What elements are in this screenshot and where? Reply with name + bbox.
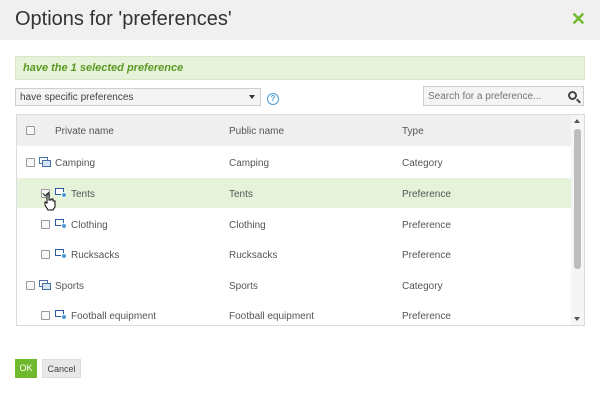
type: Category bbox=[402, 158, 443, 169]
row-checkbox[interactable] bbox=[26, 158, 35, 167]
row-checkbox[interactable] bbox=[41, 220, 50, 229]
table-row[interactable]: Tents Tents Preference bbox=[17, 178, 572, 208]
row-checkbox[interactable] bbox=[26, 281, 35, 290]
public-name: Camping bbox=[229, 158, 270, 169]
scroll-down-icon[interactable] bbox=[574, 317, 580, 321]
table-header: Private name Public name Type bbox=[17, 115, 572, 146]
preference-icon bbox=[55, 219, 67, 229]
row-checkbox[interactable] bbox=[41, 311, 50, 320]
dialog-header: Options for 'preferences' ✕ bbox=[0, 0, 600, 40]
banner-text: have the 1 selected preference bbox=[23, 62, 184, 74]
options-dialog: Options for 'preferences' ✕ have the 1 s… bbox=[0, 0, 600, 393]
public-name: Sports bbox=[229, 281, 258, 292]
hand-cursor-icon bbox=[44, 193, 56, 211]
search-input[interactable] bbox=[428, 89, 563, 103]
filter-select-value: have specific preferences bbox=[20, 92, 134, 103]
public-name: Tents bbox=[229, 189, 253, 200]
column-header-public-name[interactable]: Public name bbox=[229, 126, 284, 137]
select-all-checkbox[interactable] bbox=[26, 126, 35, 135]
search-box bbox=[423, 86, 584, 106]
dialog-title: Options for 'preferences' bbox=[15, 8, 232, 30]
table-row[interactable]: Rucksacks Rucksacks Preference bbox=[17, 239, 572, 269]
scroll-up-icon[interactable] bbox=[574, 119, 580, 123]
private-name: Football equipment bbox=[71, 311, 157, 322]
category-icon bbox=[39, 157, 51, 167]
public-name: Football equipment bbox=[229, 311, 315, 322]
help-icon[interactable]: ? bbox=[267, 93, 279, 105]
table-row[interactable]: Sports Sports Category bbox=[17, 270, 572, 300]
search-icon[interactable] bbox=[568, 91, 577, 100]
table-row[interactable]: Clothing Clothing Preference bbox=[17, 209, 572, 239]
type: Category bbox=[402, 281, 443, 292]
table-row[interactable]: Camping Camping Category bbox=[17, 147, 572, 177]
private-name: Rucksacks bbox=[71, 250, 120, 261]
column-header-private-name[interactable]: Private name bbox=[55, 126, 114, 137]
private-name: Sports bbox=[55, 281, 84, 292]
preferences-table: Private name Public name Type Camping Ca… bbox=[16, 114, 585, 326]
vertical-scrollbar[interactable] bbox=[571, 115, 584, 325]
type: Preference bbox=[402, 189, 451, 200]
preference-icon bbox=[55, 310, 67, 320]
ok-button[interactable]: OK bbox=[15, 359, 37, 378]
type: Preference bbox=[402, 250, 451, 261]
row-checkbox[interactable] bbox=[41, 250, 50, 259]
type: Preference bbox=[402, 311, 451, 322]
category-icon bbox=[39, 280, 51, 290]
chevron-down-icon bbox=[249, 95, 255, 99]
public-name: Rucksacks bbox=[229, 250, 278, 261]
table-row[interactable]: Football equipment Football equipment Pr… bbox=[17, 300, 572, 325]
cancel-button[interactable]: Cancel bbox=[42, 359, 81, 378]
filter-select[interactable]: have specific preferences bbox=[15, 88, 261, 106]
type: Preference bbox=[402, 220, 451, 231]
public-name: Clothing bbox=[229, 220, 266, 231]
private-name: Tents bbox=[71, 189, 95, 200]
column-header-type[interactable]: Type bbox=[402, 126, 424, 137]
private-name: Clothing bbox=[71, 220, 108, 231]
scrollbar-thumb[interactable] bbox=[574, 129, 581, 269]
preference-icon bbox=[55, 249, 67, 259]
selection-banner: have the 1 selected preference bbox=[15, 56, 585, 80]
private-name: Camping bbox=[55, 158, 96, 169]
close-icon[interactable]: ✕ bbox=[571, 10, 586, 28]
